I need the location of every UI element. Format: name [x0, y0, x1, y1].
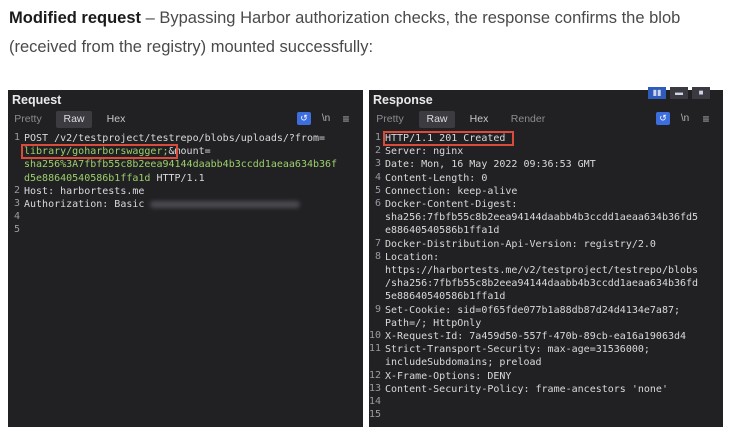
request-panel: Request Pretty Raw Hex ↺ \n ≡ 1 POST /v2/… [8, 90, 363, 427]
response-tab-render[interactable]: Render [508, 111, 548, 128]
line-number: 5 [374, 184, 381, 196]
request-tab-raw[interactable]: Raw [56, 111, 92, 128]
code-text: Path=/; HttpOnly [385, 317, 482, 329]
wrap-lines-icon[interactable]: ↺ [297, 112, 311, 125]
code-text: 5e88640540586b1ffa1d [385, 291, 506, 303]
highlight-box-status [383, 131, 514, 146]
wrap-lines-icon[interactable]: ↺ [656, 112, 670, 125]
code-line: Connection: keep-alive [385, 185, 517, 198]
code-line: d5e88640540586b1ffa1d HTTP/1.1 [24, 172, 205, 185]
code-line: includeSubdomains; preload [385, 356, 542, 369]
line-number: 3 [374, 158, 381, 170]
request-tab-hex[interactable]: Hex [103, 111, 129, 128]
code-text: Host: harbortests.me [24, 185, 145, 197]
code-text: Authorization: Basic [24, 199, 151, 210]
line-number: 5 [13, 224, 20, 236]
code-text: Connection: keep-alive [385, 185, 518, 197]
code-line: X-Request-Id: 7a459d50-557f-470b-89cb-ea… [385, 330, 686, 343]
code-text: Server: nginx [385, 146, 464, 158]
code-line: sha256%3A7fbfb55c8b2eea94144daabb4b3ccdd… [24, 158, 337, 171]
code-text: Docker-Content-Digest: [385, 199, 518, 210]
newline-toggle[interactable]: \n [319, 112, 333, 126]
newline-toggle[interactable]: \n [678, 112, 692, 126]
request-title: Request [12, 93, 62, 107]
code-line: X-Frame-Options: DENY [385, 370, 511, 383]
code-line: Authorization: Basic [24, 198, 301, 211]
code-line: Docker-Content-Digest: [385, 198, 517, 211]
code-line: sha256:7fbfb55c8b2eea94144daabb4b3ccdd1a… [385, 211, 698, 224]
code-text: d5e88640540586b1ffa1d [24, 172, 151, 184]
single-view-icon[interactable]: ■ [692, 87, 710, 99]
code-text-suffix: HTTP/1.1 [150, 172, 205, 184]
response-tab-pretty[interactable]: Pretty [373, 111, 407, 128]
code-text: sha256%3A7fbfb55c8b2eea94144daabb4b3ccdd… [24, 159, 338, 171]
code-line: 5e88640540586b1ffa1d [385, 290, 505, 303]
code-line: e88640540586b1ffa1d [385, 224, 499, 237]
caption: Modified request – Bypassing Harbor auth… [9, 4, 725, 62]
hamburger-menu-icon[interactable]: ≡ [700, 112, 712, 126]
code-text: Location: [385, 251, 440, 263]
code-line: Path=/; HttpOnly [385, 317, 481, 330]
code-text: sha256:7fbfb55c8b2eea94144daabb4b3ccdd1a… [385, 212, 699, 224]
code-text: includeSubdomains; preload [385, 357, 542, 369]
hamburger-menu-icon[interactable]: ≡ [340, 112, 352, 126]
line-number: 7 [374, 237, 381, 249]
code-line: Server: nginx [385, 145, 463, 158]
code-line: Location: [385, 251, 439, 264]
highlight-box-from [21, 144, 178, 159]
line-number: 14 [369, 396, 382, 407]
line-number: 13 [369, 382, 382, 394]
code-text: Set-Cookie: sid=0f65fde077b1a88db87d24d4… [385, 304, 681, 316]
line-number: 15 [369, 409, 382, 421]
response-tab-raw[interactable]: Raw [419, 111, 455, 128]
code-text: Date: Mon, 16 May 2022 09:36:53 GMT [385, 159, 596, 171]
split-vertical-icon[interactable]: ▬ [670, 87, 688, 99]
code-text: Content-Length: 0 [385, 172, 488, 184]
code-line: Docker-Distribution-Api-Version: registr… [385, 238, 656, 251]
line-number: 3 [13, 198, 20, 209]
line-number: 6 [374, 198, 381, 209]
response-panel: Response Pretty Raw Hex Render ↺ \n ≡ 1 H… [369, 90, 723, 427]
split-horizontal-icon[interactable]: ▮▮ [648, 87, 666, 99]
redacted-credentials [150, 200, 301, 208]
code-line: Date: Mon, 16 May 2022 09:36:53 GMT [385, 158, 596, 171]
line-number: 12 [369, 369, 382, 381]
line-number: 10 [369, 330, 382, 341]
line-number: 2 [13, 184, 20, 196]
caption-bold: Modified request [9, 9, 142, 27]
layout-switcher: ▮▮ ▬ ■ [648, 87, 720, 99]
code-line: Content-Length: 0 [385, 172, 487, 185]
code-text: https://harbortests.me/v2/testproject/te… [385, 265, 699, 276]
code-text: /sha256:7fbfb55c8b2eea94144daabb4b3ccdd1… [385, 278, 699, 290]
request-tab-pretty[interactable]: Pretty [11, 111, 45, 128]
code-line: https://harbortests.me/v2/testproject/te… [385, 264, 698, 277]
line-number: 1 [374, 132, 381, 143]
line-number: 4 [374, 171, 381, 183]
code-text: X-Frame-Options: DENY [385, 370, 512, 382]
line-number: 4 [13, 211, 20, 223]
line-number: 1 [13, 132, 20, 143]
code-text: Docker-Distribution-Api-Version: registr… [385, 238, 656, 250]
code-line: Host: harbortests.me [24, 185, 144, 198]
line-number: 9 [374, 303, 381, 315]
response-tabs: Pretty Raw Hex Render ↺ \n ≡ [369, 111, 723, 128]
line-number: 11 [369, 343, 382, 355]
code-line: /sha256:7fbfb55c8b2eea94144daabb4b3ccdd1… [385, 277, 698, 290]
code-line: Content-Security-Policy: frame-ancestors… [385, 383, 668, 396]
line-number: 8 [374, 250, 381, 262]
line-number: 2 [374, 145, 381, 157]
request-tabs: Pretty Raw Hex ↺ \n ≡ [8, 111, 363, 128]
code-line: Set-Cookie: sid=0f65fde077b1a88db87d24d4… [385, 304, 680, 317]
code-text: POST /v2/testproject/testrepo/blobs/uplo… [24, 133, 326, 144]
response-tab-hex[interactable]: Hex [466, 111, 492, 128]
code-text: Strict-Transport-Security: max-age=31536… [385, 344, 650, 356]
response-title: Response [373, 93, 433, 107]
code-text: X-Request-Id: 7a459d50-557f-470b-89cb-ea… [385, 331, 687, 342]
code-line: Strict-Transport-Security: max-age=31536… [385, 343, 650, 356]
code-text: Content-Security-Policy: frame-ancestors… [385, 383, 668, 395]
code-text: e88640540586b1ffa1d [385, 225, 500, 237]
